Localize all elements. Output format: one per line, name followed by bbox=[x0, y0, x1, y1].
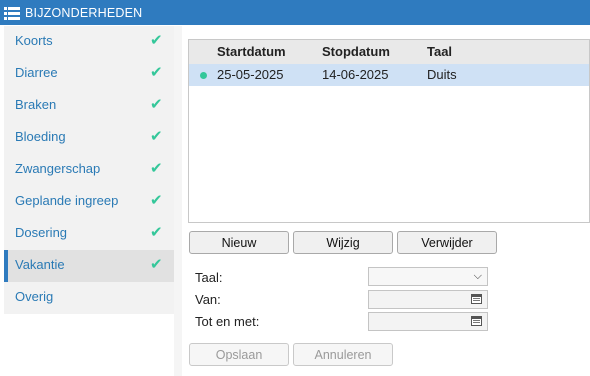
sidebar-item-label: Koorts bbox=[15, 33, 53, 48]
check-icon: ✔ bbox=[150, 224, 163, 241]
tot-en-met-date-field[interactable] bbox=[368, 312, 488, 331]
chevron-down-icon: ⌵ bbox=[473, 270, 482, 282]
sidebar-item-zwangerschap[interactable]: Zwangerschap ✔ bbox=[4, 154, 174, 186]
sidebar-item-label: Overig bbox=[15, 289, 54, 304]
list-icon bbox=[4, 5, 20, 20]
sidebar-item-label: Dosering bbox=[15, 225, 68, 240]
window-title: BIJZONDERHEDEN bbox=[25, 5, 143, 20]
sidebar-item-diarree[interactable]: Diarree ✔ bbox=[4, 58, 174, 90]
vakantie-table: Startdatum Stopdatum Taal 25-05-2025 14-… bbox=[188, 39, 590, 223]
taal-label: Taal: bbox=[195, 270, 223, 285]
table-row[interactable]: 25-05-2025 14-06-2025 Duits bbox=[189, 64, 589, 86]
table-header: Startdatum Stopdatum Taal bbox=[189, 40, 589, 64]
cell-startdatum: 25-05-2025 bbox=[217, 67, 284, 82]
sidebar-item-overig[interactable]: Overig bbox=[4, 282, 174, 314]
calendar-icon[interactable] bbox=[471, 294, 482, 304]
delete-button[interactable]: Verwijder bbox=[397, 231, 497, 254]
check-icon: ✔ bbox=[150, 32, 163, 49]
check-icon: ✔ bbox=[150, 160, 163, 177]
van-label: Van: bbox=[195, 292, 221, 307]
column-header-startdatum[interactable]: Startdatum bbox=[217, 40, 286, 64]
sidebar-item-geplande-ingreep[interactable]: Geplande ingreep ✔ bbox=[4, 186, 174, 218]
cell-stopdatum: 14-06-2025 bbox=[322, 67, 389, 82]
panel-divider bbox=[174, 26, 182, 376]
check-icon: ✔ bbox=[150, 192, 163, 209]
sidebar-item-label: Geplande ingreep bbox=[15, 193, 119, 208]
sidebar-item-koorts[interactable]: Koorts ✔ bbox=[4, 26, 174, 58]
check-icon: ✔ bbox=[150, 64, 163, 81]
cell-taal: Duits bbox=[427, 67, 457, 82]
taal-select[interactable]: ⌵ bbox=[368, 267, 488, 286]
calendar-icon[interactable] bbox=[471, 316, 482, 326]
new-button[interactable]: Nieuw bbox=[189, 231, 289, 254]
sidebar-item-dosering[interactable]: Dosering ✔ bbox=[4, 218, 174, 250]
sidebar-item-braken[interactable]: Braken ✔ bbox=[4, 90, 174, 122]
selected-row-indicator-icon bbox=[200, 72, 207, 79]
sidebar-item-label: Braken bbox=[15, 97, 57, 112]
van-date-field[interactable] bbox=[368, 290, 488, 309]
sidebar-item-label: Bloeding bbox=[15, 129, 66, 144]
check-icon: ✔ bbox=[150, 256, 163, 273]
tot-en-met-label: Tot en met: bbox=[195, 314, 260, 329]
sidebar-item-label: Vakantie bbox=[15, 257, 65, 272]
column-header-taal[interactable]: Taal bbox=[427, 40, 452, 64]
check-icon: ✔ bbox=[150, 96, 163, 113]
title-bar: BIJZONDERHEDEN bbox=[0, 0, 590, 25]
check-icon: ✔ bbox=[150, 128, 163, 145]
save-button[interactable]: Opslaan bbox=[189, 343, 289, 366]
cancel-button[interactable]: Annuleren bbox=[293, 343, 393, 366]
sidebar-item-label: Zwangerschap bbox=[15, 161, 101, 176]
sidebar: Koorts ✔ Diarree ✔ Braken ✔ Bloeding ✔ Z… bbox=[4, 26, 174, 314]
column-header-stopdatum[interactable]: Stopdatum bbox=[322, 40, 390, 64]
sidebar-item-bloeding[interactable]: Bloeding ✔ bbox=[4, 122, 174, 154]
sidebar-item-label: Diarree bbox=[15, 65, 58, 80]
edit-button[interactable]: Wijzig bbox=[293, 231, 393, 254]
sidebar-item-vakantie[interactable]: Vakantie ✔ bbox=[4, 250, 174, 282]
